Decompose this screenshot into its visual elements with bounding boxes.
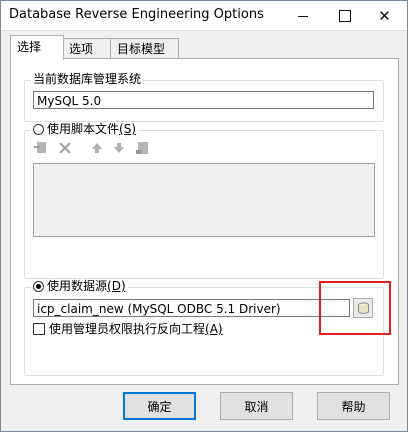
script-files-option[interactable]: 使用脚本文件(S) [31,122,138,136]
close-button[interactable]: ✕ [362,1,407,30]
help-button[interactable]: 帮助 [317,392,390,420]
properties-icon [135,140,151,156]
add-file-icon [33,140,49,156]
minimize-icon [297,16,308,17]
script-files-label: 使用脚本文件 [47,122,120,136]
tab-panel-selection: 当前数据库管理系统 MySQL 5.0 使用脚本文件(S) 使用数据源(D) i… [10,58,399,385]
data-source-shortcut: (D) [107,279,126,293]
close-icon: ✕ [378,6,391,25]
move-down-icon [111,140,127,156]
admin-privileges-checkbox[interactable] [33,323,45,335]
minimize-button[interactable] [280,1,325,30]
tab-options[interactable]: 选项 [62,38,114,59]
data-source-label: 使用数据源 [47,279,108,293]
script-files-shortcut: (S) [119,122,136,136]
script-files-list[interactable] [33,163,375,237]
move-up-icon [89,140,105,156]
data-source-option[interactable]: 使用数据源(D) [31,279,128,293]
tab-target-models[interactable]: 目标模型 [110,38,179,59]
ok-button[interactable]: 确定 [123,392,196,420]
data-source-field[interactable]: icp_claim_new (MySQL ODBC 5.1 Driver) [33,299,350,317]
maximize-button[interactable] [322,1,367,30]
data-source-radio[interactable] [33,281,44,292]
cancel-button[interactable]: 取消 [220,392,293,420]
delete-icon [57,140,73,156]
maximize-icon [338,9,351,22]
admin-privileges-label: 使用管理员权限执行反向工程(A) [49,322,223,336]
highlight-box [319,281,391,335]
current-dbms-label: 当前数据库管理系统 [31,72,144,86]
tab-selection[interactable]: 选择 [10,35,64,60]
script-files-radio[interactable] [33,124,44,135]
current-dbms-field[interactable]: MySQL 5.0 [33,91,374,109]
reverse-engineering-dialog: Database Reverse Engineering Options ✕ 选… [0,0,408,432]
title-bar: Database Reverse Engineering Options ✕ [1,1,407,31]
window-title: Database Reverse Engineering Options [9,7,264,22]
